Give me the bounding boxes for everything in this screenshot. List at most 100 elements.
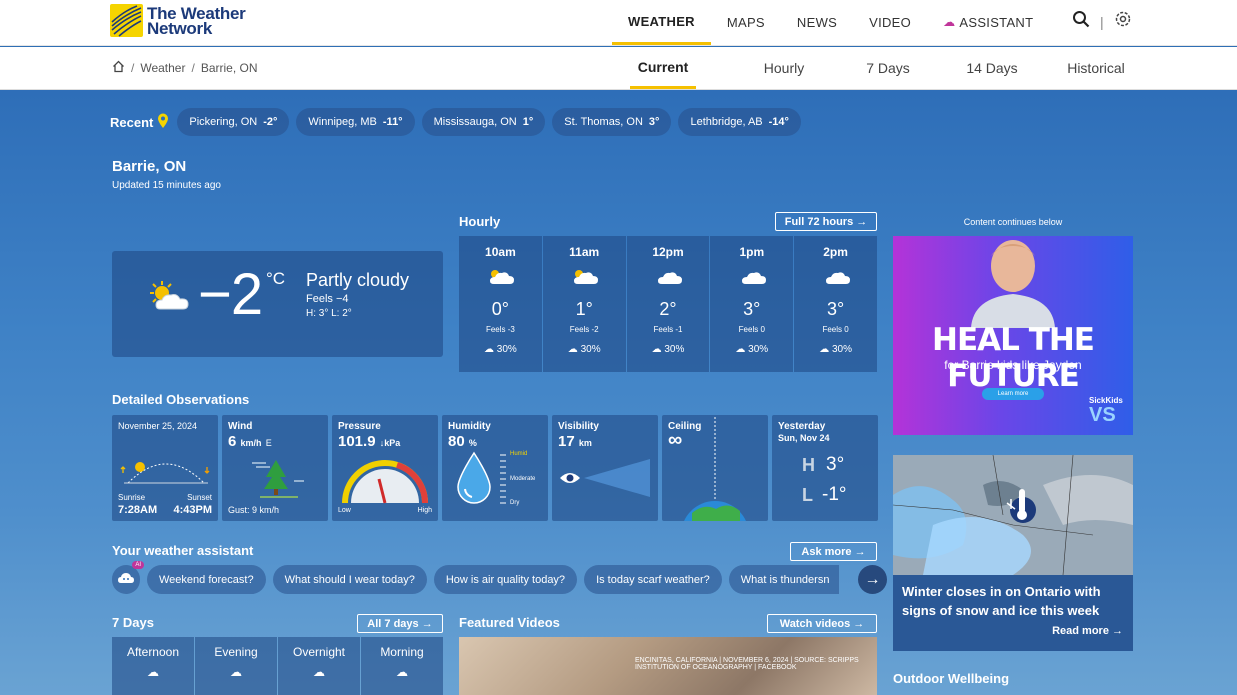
assistant-prompt-chip[interactable]: How is air quality today? [433,565,578,594]
nav-weather[interactable]: WEATHER [612,0,711,45]
temperature-unit: °C [266,269,286,288]
assistant-prompt-chip[interactable]: Is today scarf weather? [584,565,722,594]
recent-city-chip[interactable]: Mississauga, ON 1° [421,108,546,136]
wind-card[interactable]: Wind 6 km/h E Gust: 9 km/h [222,415,328,521]
period-column[interactable]: Afternoon ☁ [112,637,194,695]
cloudy-icon [652,266,684,291]
top-navigation: The Weather Network WEATHER MAPS NEWS VI… [0,0,1237,46]
hourly-column[interactable]: 1pm 3° Feels 0 ☁ 30% [710,236,794,372]
gear-icon[interactable] [1114,10,1132,33]
visibility-value: 17 [558,433,575,450]
assistant-prompt-chip[interactable]: What should I wear today? [272,565,427,594]
yesterday-card[interactable]: Yesterday Sun, Nov 24 H 3° L -1° [772,415,878,521]
ceiling-card[interactable]: Ceiling ∞ [662,415,768,521]
hour-time: 1pm [739,245,765,259]
humidity-value: 80 [448,433,465,450]
tab-14-days[interactable]: 14 Days [940,47,1044,89]
recent-city-chip[interactable]: Pickering, ON -2° [177,108,290,136]
hour-temp: 3° [826,299,845,319]
nav-maps[interactable]: MAPS [711,0,781,44]
nav-news[interactable]: NEWS [781,0,853,44]
breadcrumb-weather[interactable]: Weather [140,61,185,75]
assistant-prompt-chip[interactable]: Weekend forecast? [147,565,266,594]
recent-city-name: St. Thomas, ON [564,116,643,128]
recent-locations: Recent Pickering, ON -2° Winnipeg, MB -11°… [110,108,808,136]
hourly-column[interactable]: 12pm 2° Feels -1 ☁ 30% [626,236,710,372]
weather-network-logo[interactable]: The Weather Network [110,4,246,37]
hourly-column[interactable]: 2pm 3° Feels 0 ☁ 30% [794,236,877,372]
pressure-card[interactable]: Pressure 101.9 ↓kPa Low High [332,415,438,521]
hourly-column[interactable]: 11am 1° Feels -2 ☁ 30% [542,236,626,372]
recent-city-name: Pickering, ON [189,116,258,128]
assistant-bot-button[interactable]: AI [112,561,144,594]
hour-feels: Feels -2 [569,325,599,334]
current-condition: Partly cloudy [306,270,410,290]
recent-city-chip[interactable]: Lethbridge, AB -14° [678,108,801,136]
news-title[interactable]: Winter closes in on Ontario with signs o… [902,582,1127,620]
rain-cloud-icon: ☁ [651,344,662,355]
rain-cloud-icon: ☁ [484,344,494,355]
news-card[interactable]: Winter closes in on Ontario with signs o… [893,455,1133,651]
read-more-link[interactable]: Read more → [1052,625,1123,637]
pressure-value: 101.9 [338,433,376,450]
recent-city-temp: 1° [522,116,534,128]
humid-label: Humid [510,451,528,457]
ask-more-button[interactable]: Ask more → [790,542,877,561]
breadcrumb-city: Barrie, ON [200,61,258,75]
period-column[interactable]: Morning ☁ [361,637,443,695]
cloud-icon: ☁ [396,665,408,679]
hour-time: 12pm [652,245,684,259]
search-icon[interactable] [1072,10,1090,33]
hour-pop: 30% [831,344,852,355]
assistant-prompt-chip[interactable]: What is thundersn [728,565,839,594]
period-label: Morning [380,645,424,659]
nav-divider: | [1100,13,1104,30]
partly-cloudy-icon [146,279,192,318]
tab-historical[interactable]: Historical [1044,47,1148,89]
recent-city-chip[interactable]: St. Thomas, ON 3° [552,108,672,136]
observations-row: November 25, 2024 Sunrise 7:28AM Sunset … [112,415,882,521]
humidity-label: Humidity [448,421,491,432]
updated-time: Updated 15 minutes ago [112,180,221,191]
yesterday-label: Yesterday [778,421,826,432]
hourly-column[interactable]: 10am 0° Feels -3 ☁ 30% [459,236,542,372]
sunrise-sunset-card[interactable]: November 25, 2024 Sunrise 7:28AM Sunset … [112,415,218,521]
tab-current[interactable]: Current [630,47,696,89]
obs-date: November 25, 2024 [118,421,198,431]
location-pin-icon [157,113,169,132]
visibility-card[interactable]: Visibility 17 km [552,415,658,521]
humidity-scale [500,453,506,510]
watch-videos-button[interactable]: Watch videos → [767,614,877,633]
featured-video-thumbnail[interactable]: ENCINITAS, CALIFORNIA | NOVEMBER 6, 2024… [459,637,877,695]
pressure-unit: ↓kPa [379,438,401,448]
hour-temp: 1° [575,299,593,319]
video-caption: ENCINITAS, CALIFORNIA | NOVEMBER 6, 2024… [635,657,859,671]
nav-assistant[interactable]: ☁ ASSISTANT [927,0,1049,44]
all-7-days-button[interactable]: All 7 days → [357,614,443,633]
cloudy-icon [820,266,852,291]
wind-gust: Gust: 9 km/h [228,505,280,515]
current-temperature: −2 [198,262,263,327]
period-label: Afternoon [126,645,180,659]
hourly-title: Hourly [459,214,501,229]
tab-hourly[interactable]: Hourly [732,47,836,89]
weather-map-image [893,455,1133,576]
yesterday-date: Sun, Nov 24 [778,433,830,443]
seven-days-title: 7 Days [112,615,154,630]
ad-learn-more-button[interactable]: Learn more [982,388,1044,400]
nav-video[interactable]: VIDEO [853,0,927,44]
scroll-right-arrow-icon[interactable]: → [858,565,887,594]
home-icon[interactable] [112,60,125,76]
sickkids-advertisement[interactable]: HEAL THE FUTURE for Barrie kids like Jay… [893,236,1133,435]
bot-icon [117,571,135,588]
tab-7-days[interactable]: 7 Days [836,47,940,89]
outdoor-wellbeing-title: Outdoor Wellbeing [893,671,1010,686]
recent-city-chip[interactable]: Winnipeg, MB -11° [296,108,415,136]
humidity-card[interactable]: Humidity 80 % Humid Moderate Dry [442,415,548,521]
seven-day-periods: Afternoon ☁ Evening ☁ Overnight ☁ Morning ☁ [112,637,443,695]
rain-cloud-icon: ☁ [735,344,746,355]
period-column[interactable]: Overnight ☁ [278,637,360,695]
period-column[interactable]: Evening ☁ [195,637,277,695]
full-72-hours-button[interactable]: Full 72 hours → [775,212,877,231]
humidity-unit: % [468,438,477,448]
